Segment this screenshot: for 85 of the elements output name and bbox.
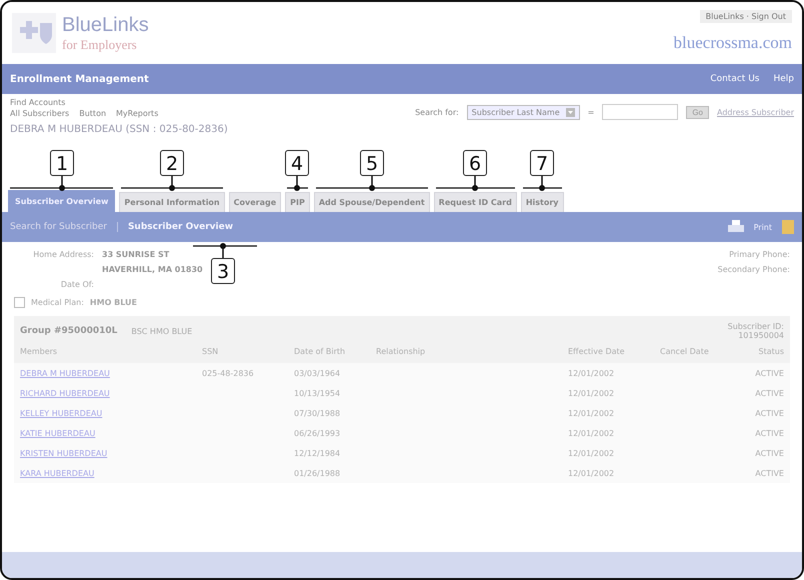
address-link[interactable]: Address Subscriber	[717, 108, 794, 116]
account-link[interactable]: All Subscribers	[10, 109, 70, 118]
member-link[interactable]: KRISTEN HUBERDEAU	[14, 443, 196, 464]
logo-subtitle: for Employers	[62, 36, 138, 52]
address-line: HAVERHILL, MA 01830	[102, 265, 203, 274]
printer-icon[interactable]	[728, 220, 744, 234]
member-link[interactable]: KATIE HUBERDEAU	[14, 423, 196, 444]
leader-line	[193, 243, 257, 258]
member-link[interactable]: KELLEY HUBERDEAU	[14, 403, 196, 424]
leader-line	[287, 176, 308, 191]
table-cell: ACTIVE	[736, 463, 790, 484]
subscriber-id: Subscriber ID: 101950004	[726, 322, 784, 340]
phone-label: Secondary Phone:	[716, 265, 790, 274]
phone-label: Primary Phone:	[728, 250, 790, 259]
table-cell: ACTIVE	[736, 423, 790, 444]
member-link[interactable]: KARA HUBERDEAU	[14, 463, 196, 484]
section-title: Enrollment Management	[10, 74, 149, 84]
table-cell: 07/30/1988	[288, 403, 370, 424]
callout-number: 4	[285, 150, 309, 176]
operator-label: =	[588, 108, 594, 116]
column-header: Cancel Date	[654, 340, 736, 364]
subscriber-heading: DEBRA M HUBERDEAU (SSN : 025-80-2836)	[10, 124, 229, 135]
table-cell: ACTIVE	[736, 443, 790, 464]
group-number: Group #95000010L	[20, 326, 118, 336]
tab[interactable]: History	[520, 192, 564, 212]
plan-name: HMO BLUE	[90, 298, 138, 307]
go-button[interactable]: Go	[686, 106, 709, 118]
nav-link[interactable]: Help	[773, 74, 794, 84]
account-link[interactable]: Button	[79, 109, 106, 118]
nav-link[interactable]: Contact Us	[710, 74, 760, 84]
column-header: Date of Birth	[288, 340, 370, 364]
checkbox-icon[interactable]	[14, 297, 25, 308]
member-link[interactable]: DEBRA M HUBERDEAU	[14, 363, 196, 384]
table-cell: ACTIVE	[736, 363, 790, 384]
column-header: Members	[14, 340, 196, 364]
caret-icon	[566, 108, 575, 116]
table-cell: 12/01/2002	[562, 463, 654, 484]
table-cell: ACTIVE	[736, 403, 790, 424]
address-label: Home Address:	[32, 250, 94, 261]
column-header: Relationship	[370, 340, 562, 364]
leader-line	[523, 176, 562, 191]
print-button[interactable]: Print	[754, 222, 772, 232]
date-label: Date Of:	[60, 280, 94, 289]
address-line: 33 SUNRISE ST	[102, 250, 170, 259]
tab[interactable]: Personal Information	[119, 192, 225, 212]
table-cell: 12/01/2002	[562, 383, 654, 404]
tab[interactable]: Subscriber Overview	[8, 190, 116, 212]
search-field-dropdown[interactable]: Subscriber Last Name	[466, 104, 580, 120]
tab[interactable]: PIP	[285, 192, 310, 212]
callout-number: 6	[463, 150, 487, 176]
group-plan: BSC HMO BLUE	[131, 326, 192, 336]
column-header: Effective Date	[562, 340, 654, 364]
table-cell: 12/01/2002	[562, 403, 654, 424]
search-input[interactable]	[602, 104, 678, 120]
logo-title: BlueLinks	[62, 14, 149, 36]
breadcrumb-link[interactable]: Subscriber Overview	[116, 222, 234, 232]
tab[interactable]: Add Spouse/Dependent	[314, 192, 430, 212]
site-name: bluecrossma.com	[674, 33, 792, 53]
account-links[interactable]: BlueLinks · Sign Out	[700, 10, 792, 23]
table-cell: 12/01/2002	[562, 363, 654, 384]
tab[interactable]: Coverage	[228, 192, 282, 212]
column-header: SSN	[196, 340, 288, 364]
table-cell: 12/01/2002	[562, 443, 654, 464]
callout-number: 7	[530, 150, 554, 176]
table-cell: 10/13/1954	[288, 383, 370, 404]
callout-number: 2	[160, 150, 184, 176]
callout-number: 1	[50, 150, 74, 176]
callout-number: 5	[360, 150, 384, 176]
shield-logo-icon	[12, 13, 56, 53]
account-link[interactable]: MyReports	[116, 109, 158, 118]
table-cell: 12/01/2002	[562, 423, 654, 444]
callout-number: 3	[211, 258, 235, 284]
table-cell: 03/03/1964	[288, 363, 370, 384]
tab[interactable]: Request ID Card	[434, 192, 517, 212]
plan-label: Medical Plan:	[31, 298, 84, 307]
breadcrumb-link[interactable]: Search for Subscriber	[10, 222, 107, 232]
find-accounts-label: Find Accounts	[10, 98, 66, 107]
table-cell: 06/26/1993	[288, 423, 370, 444]
search-label: Search for:	[415, 108, 459, 116]
table-cell: 025-48-2836	[196, 363, 288, 384]
table-cell: ACTIVE	[736, 383, 790, 404]
column-header: Status	[736, 340, 790, 364]
table-cell: 01/26/1988	[288, 463, 370, 484]
table-cell: 12/12/1984	[288, 443, 370, 464]
member-link[interactable]: RICHARD HUBERDEAU	[14, 383, 196, 404]
